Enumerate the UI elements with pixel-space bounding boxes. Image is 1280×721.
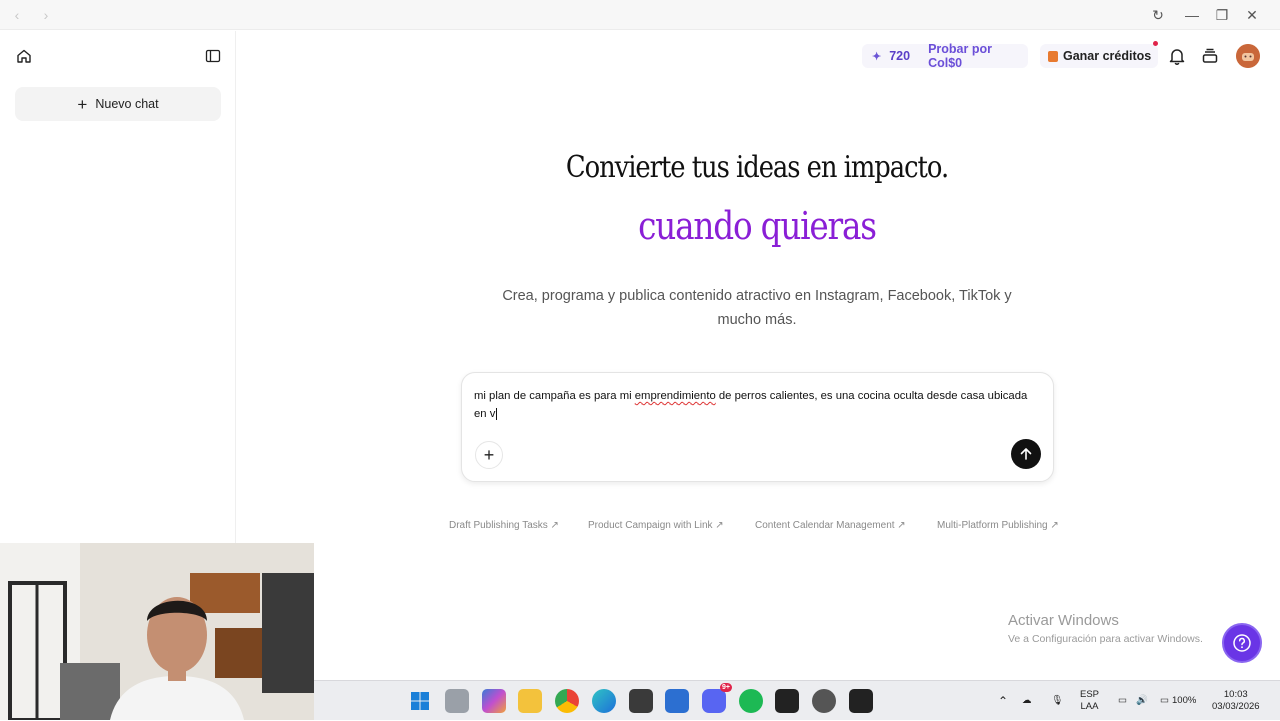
activate-windows-watermark: Activar Windows Ve a Configuración para … — [1008, 612, 1203, 645]
suggestion-multi-platform[interactable]: Multi-Platform Publishing ↗ — [937, 520, 1059, 531]
copilot-icon[interactable] — [482, 689, 506, 713]
restore-icon[interactable]: ❐ — [1212, 5, 1232, 25]
hero-subtitle: Crea, programa y publica contenido atrac… — [502, 288, 1012, 328]
volume-icon[interactable]: 🔊 — [1136, 681, 1148, 721]
gift-icon — [1048, 50, 1058, 62]
keyboard-layout-label: LAA — [1080, 701, 1099, 712]
new-chat-button[interactable]: + Nuevo chat — [15, 87, 221, 121]
minimize-icon[interactable]: — — [1182, 5, 1202, 25]
microphone-icon[interactable]: 🎙 — [1051, 681, 1063, 721]
credits-count: 720 — [889, 49, 911, 63]
discord-icon[interactable]: 9+ — [702, 683, 732, 713]
windows-taskbar: 9+ ⌃ ☁ 🎙 ESP LAA ▭ 🔊 ▭ 100% 10:03 03/03/… — [314, 680, 1280, 720]
layers-icon[interactable] — [1199, 45, 1221, 67]
language-label: ESP — [1080, 689, 1100, 700]
arrow-up-icon — [1020, 448, 1032, 460]
edge-icon[interactable] — [592, 689, 616, 713]
try-plan-link[interactable]: Probar por Col$0 — [928, 42, 1028, 70]
send-button[interactable] — [1011, 439, 1041, 469]
suggestion-draft-publishing[interactable]: Draft Publishing Tasks ↗ — [449, 520, 559, 531]
battery-icon[interactable]: ▭ — [1160, 681, 1169, 721]
suggestion-content-calendar[interactable]: Content Calendar Management ↗ — [755, 520, 906, 531]
chevron-up-icon[interactable]: ⌃ — [998, 681, 1008, 721]
new-chat-label: Nuevo chat — [95, 97, 159, 111]
hero-title: Convierte tus ideas en impacto. — [565, 150, 949, 185]
close-icon[interactable]: ✕ — [1242, 5, 1262, 25]
file-explorer-icon[interactable] — [518, 689, 542, 713]
window-titlebar: ‹ › ↻ — ❐ ✕ — [0, 0, 1280, 30]
chrome-icon[interactable] — [555, 689, 579, 713]
windows-start-icon[interactable] — [408, 689, 432, 713]
display-icon[interactable]: ▭ — [1118, 681, 1127, 721]
sparkle-icon: ✦ — [872, 50, 882, 63]
bell-icon[interactable] — [1166, 45, 1188, 67]
help-button[interactable] — [1222, 623, 1262, 663]
webcam-person-image — [0, 543, 314, 720]
back-icon[interactable]: ‹ — [8, 6, 26, 24]
suggestion-product-campaign[interactable]: Product Campaign with Link ↗ — [588, 520, 724, 531]
earn-credits-button[interactable]: Ganar créditos — [1040, 44, 1158, 68]
language-indicator[interactable]: ESP LAA — [1080, 681, 1099, 721]
webcam-overlay — [0, 543, 314, 720]
avatar[interactable] — [1236, 44, 1260, 68]
sidebar: + Nuevo chat — [0, 31, 236, 544]
watermark-title: Activar Windows — [1008, 612, 1119, 629]
home-icon[interactable] — [13, 45, 35, 67]
text-caret — [496, 408, 498, 420]
notification-dot — [1153, 41, 1158, 46]
discord-badge: 9+ — [720, 683, 732, 692]
prompt-input[interactable]: mi plan de campaña es para mi emprendimi… — [474, 387, 1034, 423]
app-icon-obs[interactable] — [812, 689, 836, 713]
prompt-misspelled-word: emprendimiento — [634, 390, 716, 402]
reload-icon[interactable]: ↻ — [1148, 5, 1168, 25]
credits-pill[interactable]: ✦ 720 Probar por Col$0 — [862, 42, 1028, 70]
question-icon — [1233, 634, 1251, 652]
watermark-subtitle: Ve a Configuración para activar Windows. — [1008, 633, 1203, 645]
spotify-icon[interactable] — [739, 689, 763, 713]
app-icon-capcut[interactable] — [849, 689, 873, 713]
outlook-icon[interactable] — [665, 689, 689, 713]
attach-plus-button[interactable]: + — [475, 441, 503, 469]
clock[interactable]: 10:03 03/03/2026 — [1212, 681, 1260, 721]
clock-time: 10:03 — [1223, 689, 1248, 700]
plus-icon: + — [77, 94, 88, 114]
prompt-composer[interactable]: mi plan de campaña es para mi emprendimi… — [461, 372, 1054, 482]
prompt-text-part: mi plan de campaña es para mi — [474, 390, 635, 402]
sidebar-toggle-icon[interactable] — [202, 45, 224, 67]
forward-icon[interactable]: › — [37, 6, 55, 24]
task-view-icon[interactable] — [445, 689, 469, 713]
app-icon-tools[interactable] — [775, 689, 799, 713]
earn-credits-label: Ganar créditos — [1063, 49, 1152, 63]
hero-highlight: cuando quieras — [638, 204, 877, 248]
battery-percent: 100% — [1172, 695, 1197, 706]
clock-date: 03/03/2026 — [1212, 701, 1260, 712]
cloud-icon[interactable]: ☁ — [1022, 681, 1032, 721]
store-icon[interactable] — [629, 689, 653, 713]
